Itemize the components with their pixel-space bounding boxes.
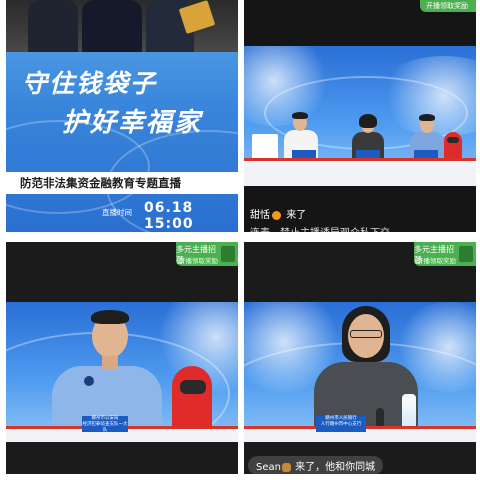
guest-hair [359,114,377,128]
live-poster-tile[interactable]: 守住钱袋子 护好幸福家 防范非法集资金融教育专题直播 直播时间 06.18 15… [6,0,238,232]
live-stream-tile-officer[interactable]: 多元主播招募 开播领取奖励 赣州市公安局 经济犯罪侦查支队一大队 [6,242,238,474]
poster-officers-photo [6,0,238,52]
studio-video [244,46,476,186]
promo-badge-text: 开播领取奖励 [426,2,468,10]
chat-username: Sean [256,462,281,473]
mascot-visor [180,380,206,394]
chat-action: 来了，他和你同城 [295,462,376,473]
studio-video: 赣州市人民银行 人行赣州市中心支行 [244,302,476,442]
chat-username: 甜恬 [250,210,270,221]
promo-badge[interactable]: 多元主播招募 开播领取奖励 [414,242,476,266]
namecard: 赣州市公安局 经济犯罪侦查支队一大队 [82,416,128,433]
chat-notice: 连麦、禁止主播诱导观众私下交 [250,224,390,232]
officer-figure [82,0,142,52]
namecard-line2: 经济犯罪侦查支队一大队 [82,422,128,433]
orange-icon [272,210,281,220]
officer-hair [91,310,129,324]
poster-title-line1: 守住钱袋子 [22,69,158,98]
namecard [356,150,380,158]
promo-badge[interactable]: 开播领取奖励 [420,0,476,12]
namecard-line2: 人行赣州市中心支行 [320,422,362,427]
poster-subtitle: 防范非法集资金融教育专题直播 [20,176,181,190]
namecard [414,150,438,158]
live-stream-tile-speaker[interactable]: 多元主播招募 开播领取奖励 赣州市人民银行 人行赣州市中心支行 Sean 来了，… [244,242,476,474]
officer-hair [419,114,435,121]
microphone-icon [376,408,384,428]
chat-entry: 甜恬 来了 [250,206,306,221]
cat-emoji-icon [281,462,291,472]
officer-neck [102,356,118,370]
desk-stripe [244,158,476,161]
promo-badge[interactable]: 多元主播招募 开播领取奖励 [176,242,238,266]
police-badge-icon [84,376,94,386]
officer-figure [28,0,78,52]
live-stream-tile-panel[interactable]: 开播领取奖励 甜恬 来了 连麦、禁止主播诱导观众私下交 [244,0,476,232]
glasses-icon [350,330,382,338]
gift-icon [459,246,473,262]
studio-video: 赣州市公安局 经济犯罪侦查支队一大队 [6,302,238,442]
chat-action: 来了 [286,210,307,221]
poster-time: 06.18 15:00 [144,200,194,232]
host-hair [292,112,308,119]
mascot-figure [444,132,462,160]
mascot-visor [447,137,459,143]
namecard [292,150,316,158]
display-stand [252,134,278,160]
gift-icon [221,246,235,262]
chat-entry: Sean 来了，他和你同城 [248,456,384,474]
poster-title-line2: 护好幸福家 [62,108,203,138]
promo-badge-subtitle: 开播领取奖励 [417,257,456,265]
poster-time-label: 直播时间 [102,208,132,217]
promo-badge-subtitle: 开播领取奖励 [179,257,218,265]
namecard: 赣州市人民银行 人行赣州市中心支行 [316,416,366,432]
studio-desk [244,158,476,186]
